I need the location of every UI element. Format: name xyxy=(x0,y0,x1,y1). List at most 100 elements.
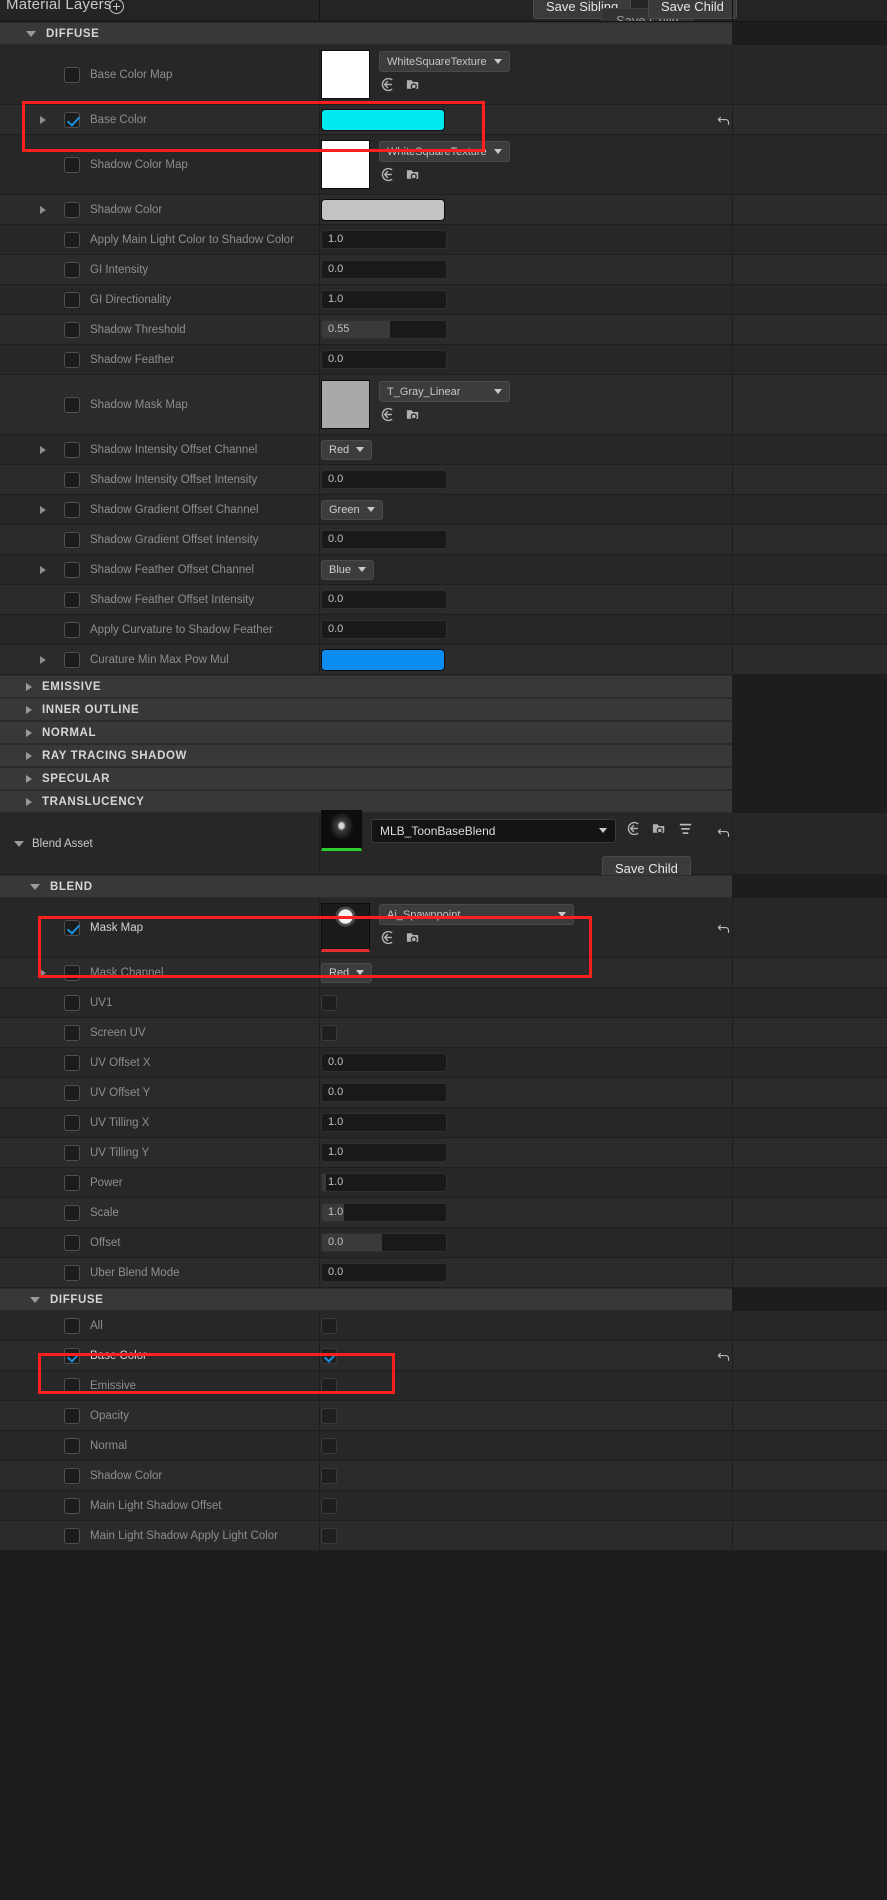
property-override-checkbox[interactable] xyxy=(64,1467,80,1484)
expand-arrow-icon[interactable] xyxy=(40,115,46,124)
browse-to-asset-icon[interactable] xyxy=(379,166,396,188)
value-checkbox[interactable] xyxy=(321,1437,337,1454)
number-input[interactable]: 0.0 xyxy=(321,1233,447,1252)
value-checkbox[interactable] xyxy=(321,1317,337,1334)
property-override-checkbox[interactable] xyxy=(64,111,80,128)
property-override-checkbox[interactable] xyxy=(64,651,80,668)
property-override-checkbox[interactable] xyxy=(64,501,80,518)
number-input[interactable]: 0.0 xyxy=(321,590,447,609)
number-input[interactable]: 1.0 xyxy=(321,1143,447,1162)
value-checkbox[interactable] xyxy=(321,1497,337,1514)
use-selected-asset-icon[interactable] xyxy=(405,406,422,428)
property-override-checkbox[interactable] xyxy=(64,156,80,173)
reset-to-default-icon[interactable] xyxy=(717,113,731,127)
value-checkbox[interactable] xyxy=(321,1024,337,1041)
number-input[interactable]: 1.0 xyxy=(321,1113,447,1132)
category-header-collapsed[interactable]: SPECULAR xyxy=(0,767,732,790)
texture-dropdown[interactable]: WhiteSquareTexture xyxy=(379,141,510,162)
value-checkbox[interactable] xyxy=(321,994,337,1011)
browse-to-asset-icon[interactable] xyxy=(625,820,642,842)
property-override-checkbox[interactable] xyxy=(64,231,80,248)
number-input[interactable]: 0.0 xyxy=(321,530,447,549)
texture-dropdown[interactable]: T_Gray_Linear xyxy=(379,381,510,402)
value-checkbox[interactable] xyxy=(321,1407,337,1424)
texture-dropdown[interactable]: WhiteSquareTexture xyxy=(379,51,510,72)
property-override-checkbox[interactable] xyxy=(64,1437,80,1454)
use-selected-asset-icon[interactable] xyxy=(651,820,668,842)
property-override-checkbox[interactable] xyxy=(64,291,80,308)
category-header-diffuse2[interactable]: DIFFUSE xyxy=(0,1288,732,1311)
property-override-checkbox[interactable] xyxy=(64,1497,80,1514)
category-header-diffuse[interactable]: DIFFUSE xyxy=(0,22,732,45)
blend-asset-dropdown[interactable]: MLB_ToonBaseBlend xyxy=(371,818,616,843)
property-override-checkbox[interactable] xyxy=(64,919,80,936)
browse-to-asset-icon[interactable] xyxy=(379,929,396,951)
number-input[interactable]: 0.55 xyxy=(321,320,447,339)
property-override-checkbox[interactable] xyxy=(64,1024,80,1041)
property-override-checkbox[interactable] xyxy=(64,321,80,338)
number-input[interactable]: 0.0 xyxy=(321,470,447,489)
add-layer-icon[interactable] xyxy=(109,0,124,14)
property-override-checkbox[interactable] xyxy=(64,261,80,278)
property-override-checkbox[interactable] xyxy=(64,1234,80,1251)
property-override-checkbox[interactable] xyxy=(64,1114,80,1131)
property-override-checkbox[interactable] xyxy=(64,1144,80,1161)
browse-to-asset-icon[interactable] xyxy=(379,406,396,428)
color-swatch[interactable] xyxy=(321,648,445,671)
expand-arrow-icon[interactable] xyxy=(40,445,46,454)
property-override-checkbox[interactable] xyxy=(64,1174,80,1191)
use-selected-asset-icon[interactable] xyxy=(405,929,422,951)
category-header-collapsed[interactable]: EMISSIVE xyxy=(0,675,732,698)
value-checkbox[interactable] xyxy=(321,1527,337,1544)
property-override-checkbox[interactable] xyxy=(64,396,80,413)
property-override-checkbox[interactable] xyxy=(64,1347,80,1364)
color-swatch[interactable] xyxy=(321,108,445,131)
use-selected-asset-icon[interactable] xyxy=(405,76,422,98)
property-override-checkbox[interactable] xyxy=(64,441,80,458)
property-override-checkbox[interactable] xyxy=(64,1527,80,1544)
browse-to-asset-icon[interactable] xyxy=(379,76,396,98)
reset-to-default-icon[interactable] xyxy=(717,825,731,839)
texture-thumbnail[interactable] xyxy=(321,50,370,99)
use-selected-asset-icon[interactable] xyxy=(405,166,422,188)
property-override-checkbox[interactable] xyxy=(64,1264,80,1281)
property-override-checkbox[interactable] xyxy=(64,994,80,1011)
number-input[interactable]: 0.0 xyxy=(321,1263,447,1282)
number-input[interactable]: 1.0 xyxy=(321,1173,447,1192)
property-override-checkbox[interactable] xyxy=(64,1084,80,1101)
property-override-checkbox[interactable] xyxy=(64,1317,80,1334)
category-header-collapsed[interactable]: INNER OUTLINE xyxy=(0,698,732,721)
number-input[interactable]: 1.0 xyxy=(321,1203,447,1222)
blend-asset-thumbnail[interactable] xyxy=(321,810,362,851)
color-swatch[interactable] xyxy=(321,198,445,221)
category-header-blend[interactable]: BLEND xyxy=(0,875,732,898)
channel-dropdown[interactable]: Red xyxy=(321,962,373,983)
expand-arrow-icon[interactable] xyxy=(40,205,46,214)
filter-icon[interactable] xyxy=(677,820,694,842)
property-override-checkbox[interactable] xyxy=(64,591,80,608)
expand-arrow-icon[interactable] xyxy=(40,565,46,574)
value-checkbox[interactable] xyxy=(321,1377,337,1394)
save-child-button[interactable]: Save Child xyxy=(648,0,737,19)
expand-arrow-icon[interactable] xyxy=(40,655,46,664)
expand-arrow-icon[interactable] xyxy=(40,505,46,514)
number-input[interactable]: 0.0 xyxy=(321,260,447,279)
property-override-checkbox[interactable] xyxy=(64,1377,80,1394)
channel-dropdown[interactable]: Red xyxy=(321,439,373,460)
number-input[interactable]: 1.0 xyxy=(321,290,447,309)
texture-thumbnail[interactable] xyxy=(321,380,370,429)
property-override-checkbox[interactable] xyxy=(64,471,80,488)
number-input[interactable]: 0.0 xyxy=(321,620,447,639)
property-override-checkbox[interactable] xyxy=(64,621,80,638)
reset-to-default-icon[interactable] xyxy=(717,921,731,935)
property-override-checkbox[interactable] xyxy=(64,66,80,83)
property-override-checkbox[interactable] xyxy=(64,1407,80,1424)
property-override-checkbox[interactable] xyxy=(64,351,80,368)
channel-dropdown[interactable]: Green xyxy=(321,499,383,520)
number-input[interactable]: 0.0 xyxy=(321,350,447,369)
property-override-checkbox[interactable] xyxy=(64,964,80,981)
number-input[interactable]: 0.0 xyxy=(321,1053,447,1072)
category-header-collapsed[interactable]: NORMAL xyxy=(0,721,732,744)
value-checkbox[interactable] xyxy=(321,1347,337,1364)
property-override-checkbox[interactable] xyxy=(64,531,80,548)
